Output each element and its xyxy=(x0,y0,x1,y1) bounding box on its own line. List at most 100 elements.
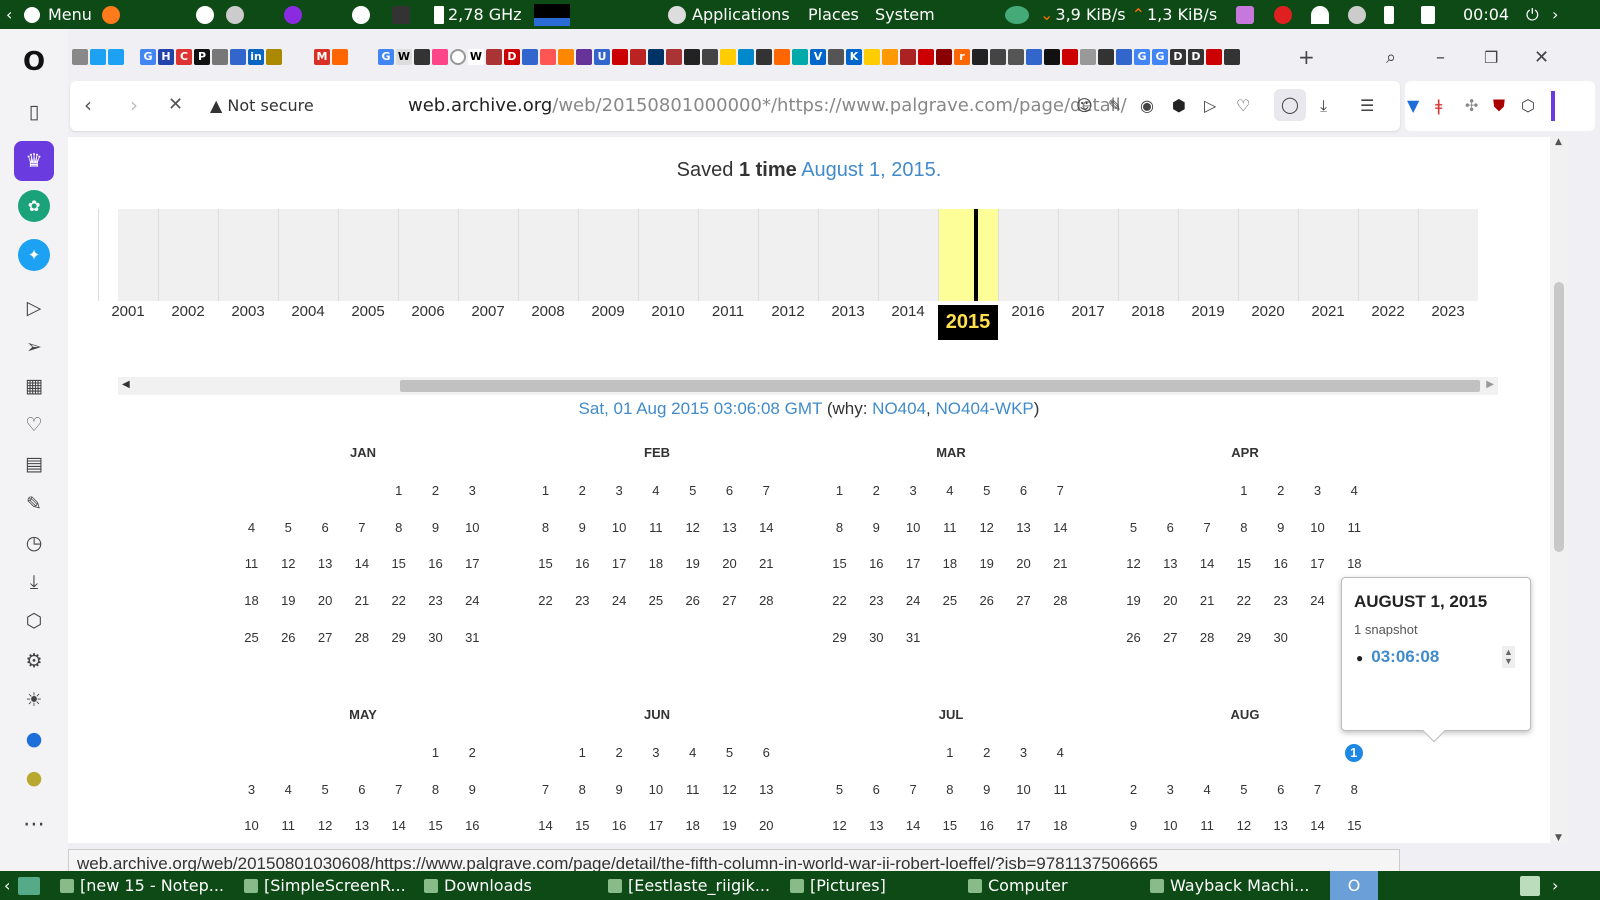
close-window-button[interactable]: ✕ xyxy=(1534,47,1549,68)
why-link-no404[interactable]: NO404 xyxy=(872,399,926,418)
ublock-icon[interactable]: ⛊ xyxy=(1493,96,1505,116)
year-column-2004[interactable] xyxy=(278,209,338,301)
tab-group-1[interactable] xyxy=(72,47,126,67)
year-column-2012[interactable] xyxy=(758,209,818,301)
year-label-2010[interactable]: 2010 xyxy=(638,303,698,320)
tab-group-4[interactable]: GWWDUVKrGGDD xyxy=(378,47,1268,67)
panel-right-arrow[interactable]: › xyxy=(1552,0,1558,29)
launcher-a[interactable] xyxy=(196,0,214,29)
year-column-2017[interactable] xyxy=(1058,209,1118,301)
year-column-2005[interactable] xyxy=(338,209,398,301)
year-label-2002[interactable]: 2002 xyxy=(158,303,218,320)
popup-snapshot-item[interactable]: ● 03:06:08 xyxy=(1356,647,1439,667)
year-label-2016[interactable]: 2016 xyxy=(998,303,1058,320)
scroll-up-icon[interactable]: ▲ xyxy=(1555,137,1562,147)
downloads-icon[interactable]: ⤓ xyxy=(1320,96,1327,116)
chatgpt-icon[interactable]: ✿ xyxy=(18,190,50,222)
apps-grid-icon[interactable]: ▦ xyxy=(14,366,54,406)
taskbar-item-notepad[interactable]: [new 15 - Notep... xyxy=(60,871,235,900)
search-tabs-button[interactable]: ⌕ xyxy=(1386,47,1396,68)
year-column-2006[interactable] xyxy=(398,209,458,301)
new-tab-button[interactable]: + xyxy=(1298,45,1315,69)
system-menu[interactable]: System xyxy=(875,0,935,29)
year-label-2012[interactable]: 2012 xyxy=(758,303,818,320)
camera-icon[interactable]: ◉ xyxy=(1140,96,1154,115)
tray-audio-app[interactable] xyxy=(1236,0,1254,29)
year-column-2020[interactable] xyxy=(1238,209,1298,301)
chat-bubble-icon[interactable]: ● xyxy=(14,719,54,759)
puzzle-extension-icon[interactable]: ✣ xyxy=(1465,96,1478,115)
history-clock-icon[interactable]: ◷ xyxy=(14,523,54,563)
year-column-2009[interactable] xyxy=(578,209,638,301)
year-label-2019[interactable]: 2019 xyxy=(1178,303,1238,320)
year-label-2015[interactable]: 2015 xyxy=(938,305,998,340)
year-label-2018[interactable]: 2018 xyxy=(1118,303,1178,320)
year-label-2013[interactable]: 2013 xyxy=(818,303,878,320)
launcher-podcast[interactable] xyxy=(284,0,302,29)
taskbar-item-downloads[interactable]: Downloads xyxy=(424,871,599,900)
stop-button[interactable]: ✕ xyxy=(168,94,183,115)
year-column-2019[interactable] xyxy=(1178,209,1238,301)
year-label-2023[interactable]: 2023 xyxy=(1418,303,1478,320)
year-column-2021[interactable] xyxy=(1298,209,1358,301)
forward-button[interactable]: › xyxy=(130,93,138,117)
url-field[interactable]: web.archive.org/web/20150801000000*/http… xyxy=(408,95,1142,116)
tab-group-2[interactable]: G H C Pin xyxy=(140,47,284,67)
download-icon[interactable]: ⤓ xyxy=(14,562,54,602)
year-column-2018[interactable] xyxy=(1118,209,1178,301)
shield-icon[interactable]: ⬢ xyxy=(1172,96,1186,115)
taskbar-item-computer[interactable]: Computer xyxy=(968,871,1143,900)
year-column-2003[interactable] xyxy=(218,209,278,301)
popup-scroll-icon[interactable]: ▲ ▼ xyxy=(1502,646,1515,668)
tray-record[interactable] xyxy=(1274,0,1292,29)
scroll-down-icon[interactable]: ▼ xyxy=(1555,833,1562,843)
restore-button[interactable]: ❐ xyxy=(1484,47,1498,67)
year-label-2014[interactable]: 2014 xyxy=(878,303,938,320)
tray-volume[interactable] xyxy=(1421,0,1435,29)
page-scrollbar[interactable]: ▲ ▼ xyxy=(1550,137,1568,843)
year-label-2021[interactable]: 2021 xyxy=(1298,303,1358,320)
year-column-2022[interactable] xyxy=(1358,209,1418,301)
page-scroll-thumb[interactable] xyxy=(1554,282,1564,552)
player-icon[interactable]: ▷ xyxy=(14,288,54,328)
snapshot-day[interactable]: 1 xyxy=(1344,744,1363,762)
year-label-2003[interactable]: 2003 xyxy=(218,303,278,320)
opera-logo-icon[interactable]: O xyxy=(14,42,54,82)
year-label-2022[interactable]: 2022 xyxy=(1358,303,1418,320)
tray-battery[interactable] xyxy=(1384,0,1394,29)
minimize-button[interactable]: – xyxy=(1436,47,1445,68)
send-page-icon[interactable]: ▷ xyxy=(1204,96,1216,115)
extensions-cube-icon[interactable]: ⬡ xyxy=(1521,96,1535,115)
twitter-icon[interactable]: ✦ xyxy=(18,239,50,271)
year-label-2020[interactable]: 2020 xyxy=(1238,303,1298,320)
year-label-2009[interactable]: 2009 xyxy=(578,303,638,320)
taskbar-left-arrow[interactable]: ‹ xyxy=(4,871,10,900)
menu-button[interactable]: Menu xyxy=(24,0,92,29)
more-icon[interactable]: ⋯ xyxy=(14,804,54,844)
reader-icon[interactable]: ▯ xyxy=(14,92,54,132)
account-icon[interactable]: ◯ xyxy=(1274,89,1306,121)
snapshot-time-link[interactable]: Sat, 01 Aug 2015 03:06:08 GMT xyxy=(579,399,823,418)
year-column-2013[interactable] xyxy=(818,209,878,301)
applications-menu[interactable]: Applications xyxy=(668,0,790,29)
timeline-scroll-thumb[interactable] xyxy=(400,380,1480,392)
easy-setup-icon[interactable]: ☰ xyxy=(1360,96,1374,115)
vpn-extension-icon[interactable]: ▼ xyxy=(1407,96,1419,115)
snapshot-bar[interactable] xyxy=(974,209,978,301)
show-desktop-button[interactable] xyxy=(18,871,46,900)
security-indicator[interactable]: ▲ Not secure xyxy=(210,96,314,115)
launcher-settings[interactable] xyxy=(226,0,244,29)
lightbulb-icon[interactable]: ☀ xyxy=(14,680,54,720)
news-icon[interactable]: ▤ xyxy=(14,444,54,484)
timeline-scrollbar[interactable]: ◀ ▶ xyxy=(118,377,1498,395)
taskbar-item-screenrecorder[interactable]: [SimpleScreenR... xyxy=(244,871,414,900)
year-label-2008[interactable]: 2008 xyxy=(518,303,578,320)
heart-icon[interactable]: ♡ xyxy=(14,405,54,445)
edit-page-icon[interactable]: ✎ xyxy=(1108,96,1121,115)
places-menu[interactable]: Places xyxy=(808,0,859,29)
year-column-2008[interactable] xyxy=(518,209,578,301)
year-column-2015[interactable] xyxy=(938,209,998,301)
panel-left-arrow[interactable]: ‹ xyxy=(6,0,12,29)
back-button[interactable]: ‹ xyxy=(84,93,92,117)
scroll-left-icon[interactable]: ◀ xyxy=(122,379,130,390)
